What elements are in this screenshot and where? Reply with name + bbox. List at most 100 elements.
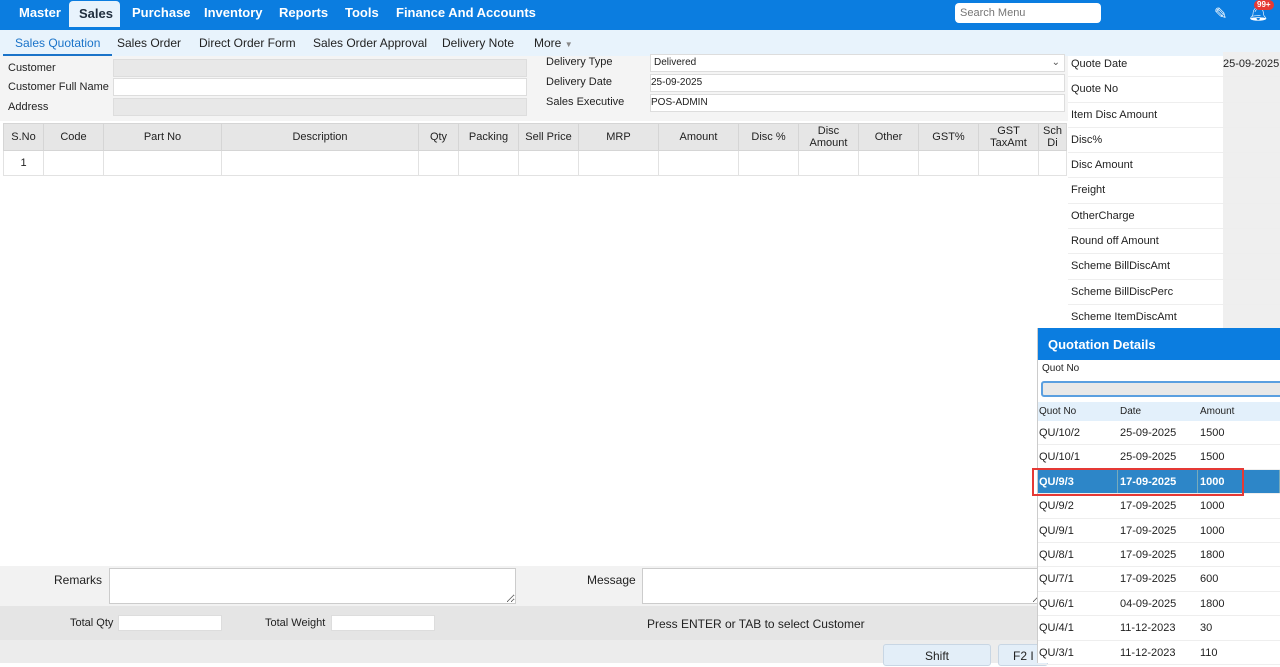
remarks-label: Remarks (54, 573, 103, 587)
totals-bar: Total Qty Total Weight Press ENTER or TA… (0, 606, 1037, 640)
tab-delivery-note[interactable]: Delivery Note (430, 30, 526, 56)
summary-value[interactable] (1223, 304, 1280, 330)
quotation-cell: 1500 (1200, 427, 1225, 439)
grid-cell[interactable] (798, 150, 859, 176)
quotation-cell: QU/10/2 (1039, 427, 1080, 439)
summary-value[interactable] (1223, 102, 1280, 127)
grid-cell[interactable]: 1 (3, 150, 44, 176)
grid-cell[interactable] (918, 150, 979, 176)
summary-label: Scheme BillDiscPerc (1071, 285, 1174, 298)
summary-row: Disc% (1068, 127, 1280, 154)
summary-row: Item Disc Amount (1068, 102, 1280, 128)
quotation-row[interactable]: QU/9/1 17-09-2025 1000 (1038, 519, 1280, 543)
quotation-row[interactable]: QU/8/1 17-09-2025 1800 (1038, 543, 1280, 568)
quotation-row[interactable]: QU/3/1 11-12-2023 110 (1038, 641, 1280, 665)
grid-cell[interactable] (1038, 150, 1067, 176)
notification-badge: 99+ (1254, 0, 1274, 10)
quotation-row[interactable]: QU/9/2 17-09-2025 1000 (1038, 494, 1280, 519)
summary-row: Scheme ItemDiscAmt (1068, 304, 1280, 331)
summary-value[interactable] (1223, 203, 1280, 229)
grid-cell[interactable] (578, 150, 659, 176)
grid-cell[interactable] (738, 150, 799, 176)
quotation-cell: QU/3/1 (1039, 646, 1074, 659)
quotation-cell: 11-12-2023 (1120, 622, 1176, 635)
col-amount: Amount (1200, 406, 1235, 417)
nav-finance[interactable]: Finance And Accounts (386, 0, 546, 26)
summary-value[interactable] (1223, 153, 1280, 178)
nav-master[interactable]: Master (9, 0, 71, 26)
grid-header-cell: Qty (418, 123, 459, 151)
popup-header-row: Quot No Date Amount (1038, 402, 1280, 421)
customer-field[interactable] (113, 59, 527, 77)
tab-sales-order-approval[interactable]: Sales Order Approval (301, 30, 439, 56)
quotation-cell: 17-09-2025 (1120, 500, 1177, 513)
quotation-row[interactable]: QU/10/1 25-09-2025 1500 (1038, 445, 1280, 470)
grid-cell[interactable] (978, 150, 1039, 176)
grid-cell[interactable] (518, 150, 579, 176)
nav-reports[interactable]: Reports (269, 0, 338, 26)
sales-executive-label: Sales Executive (546, 96, 625, 108)
summary-value[interactable] (1223, 127, 1280, 153)
customer-full-name-field[interactable] (113, 78, 527, 96)
summary-value[interactable] (1223, 279, 1280, 304)
search-menu-input[interactable] (955, 3, 1101, 23)
nav-inventory[interactable]: Inventory (194, 0, 273, 26)
quotation-cell: 11-12-2023 (1120, 646, 1176, 659)
quotation-cell: 1800 (1200, 548, 1225, 561)
nav-sales[interactable]: Sales (69, 1, 120, 27)
summary-label: Quote No (1071, 83, 1119, 96)
grid-cell[interactable] (418, 150, 459, 176)
summary-row: Disc Amount (1068, 153, 1280, 179)
delivery-type-select[interactable]: Delivered ⌄ (650, 54, 1065, 72)
summary-value[interactable] (1223, 77, 1280, 102)
chevron-down-icon: ⌄ (1051, 57, 1060, 68)
grid-header-cell: GST TaxAmt (978, 123, 1039, 151)
sales-executive-field[interactable]: POS-ADMIN (650, 94, 1065, 112)
grid-header-cell: Description (221, 123, 419, 151)
grid-header-cell: Amount (658, 123, 739, 151)
quot-no-filter-input[interactable] (1041, 381, 1280, 397)
summary-row: Quote No (1068, 77, 1280, 103)
summary-value[interactable]: 25-09-2025 (1223, 52, 1280, 77)
table-row[interactable]: 1 (3, 150, 1067, 176)
total-qty-field[interactable] (118, 615, 222, 631)
quotation-cell: QU/10/1 (1039, 451, 1080, 464)
grid-cell[interactable] (221, 150, 419, 176)
summary-label: Freight (1071, 184, 1106, 197)
hint-text: Press ENTER or TAB to select Customer (647, 617, 865, 631)
grid-cell[interactable] (858, 150, 919, 176)
grid-cell[interactable] (658, 150, 739, 176)
more-label: More (534, 36, 562, 50)
quotation-cell: 1000 (1200, 500, 1225, 513)
nav-purchase[interactable]: Purchase (122, 0, 201, 26)
quotation-row[interactable]: QU/4/1 11-12-2023 30 (1038, 616, 1280, 641)
tab-direct-order-form[interactable]: Direct Order Form (187, 30, 308, 56)
grid-cell[interactable] (103, 150, 222, 176)
quotation-cell: 1000 (1200, 524, 1225, 537)
tab-sales-quotation[interactable]: Sales Quotation (3, 30, 113, 56)
remarks-input[interactable] (109, 568, 516, 604)
message-input[interactable] (642, 568, 1042, 604)
grid-cell[interactable] (43, 150, 104, 176)
total-weight-field[interactable] (331, 615, 435, 631)
address-field[interactable] (113, 98, 527, 116)
quotation-row[interactable]: QU/10/2 25-09-2025 1500 (1038, 421, 1280, 446)
grid-header-cell: S.No (3, 123, 44, 151)
summary-value[interactable] (1223, 229, 1280, 254)
summary-value[interactable] (1223, 178, 1280, 203)
grid-header-cell: Other (858, 123, 919, 151)
tab-sales-order[interactable]: Sales Order (105, 30, 193, 56)
grid-cell[interactable] (458, 150, 519, 176)
tab-more[interactable]: More ▼ (522, 30, 585, 56)
quotation-row[interactable]: QU/6/1 04-09-2025 1800 (1038, 592, 1280, 617)
grid-header-cell: GST% (918, 123, 979, 151)
summary-row: Scheme BillDiscPerc (1068, 279, 1280, 305)
button-row (0, 640, 1037, 663)
quotation-cell: 17-09-2025 (1120, 548, 1177, 561)
summary-value[interactable] (1223, 254, 1280, 279)
delivery-date-field[interactable]: 25-09-2025 (650, 74, 1065, 92)
summary-panel: Quote Date 25-09-2025 Quote No Item Disc Am… (1068, 52, 1280, 331)
nav-tools[interactable]: Tools (335, 0, 389, 26)
quotation-row[interactable]: QU/7/1 17-09-2025 600 (1038, 567, 1280, 592)
paint-brush-icon[interactable]: ✎ (1214, 4, 1227, 24)
